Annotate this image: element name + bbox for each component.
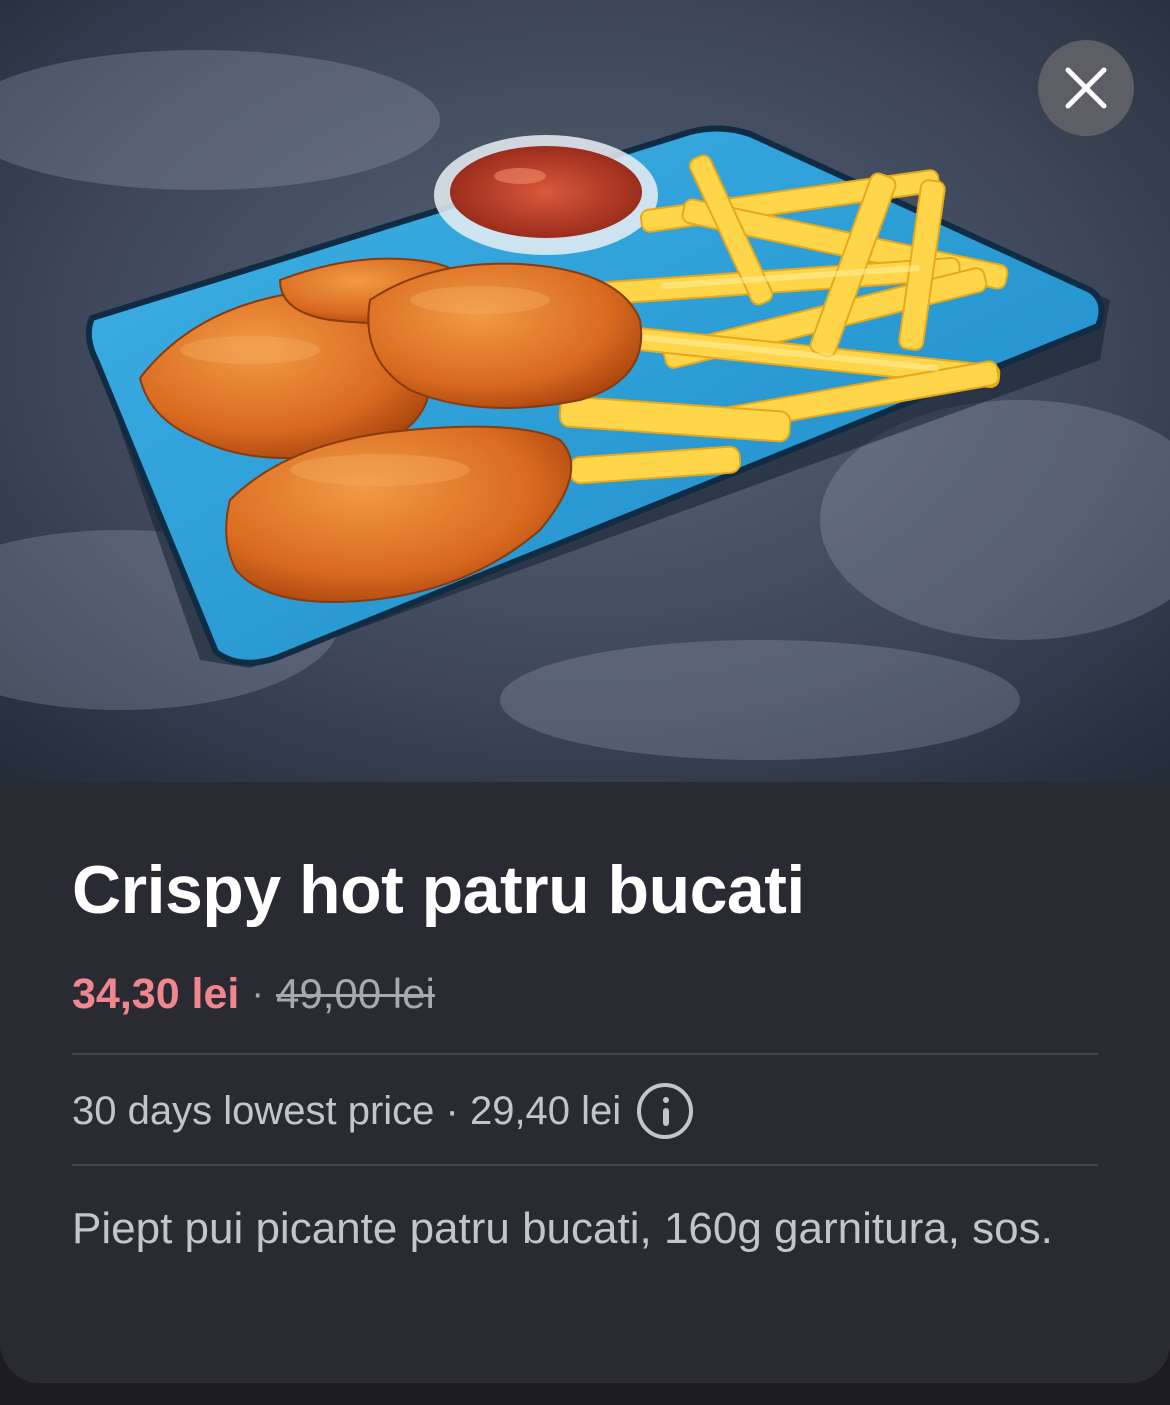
lowest-price-row: 30 days lowest price · 29,40 lei xyxy=(72,1080,694,1142)
close-button[interactable] xyxy=(1038,40,1134,136)
price-separator: · xyxy=(251,972,265,1015)
info-dot xyxy=(663,1097,670,1103)
lowest-price-text: 30 days lowest price · 29,40 lei xyxy=(72,1088,622,1133)
food-photo xyxy=(0,0,1170,782)
info-bar xyxy=(663,1108,670,1126)
product-detail-sheet: Crispy hot patru bucati 34,30 lei · 49,0… xyxy=(0,0,1170,1383)
info-icon[interactable] xyxy=(637,1083,694,1139)
divider xyxy=(72,1164,1098,1166)
product-description: Piept pui picante patru bucati, 160g gar… xyxy=(72,1204,1053,1253)
price-row: 34,30 lei · 49,00 lei xyxy=(72,964,435,1024)
original-price: 49,00 lei xyxy=(276,970,435,1017)
product-image xyxy=(0,0,1170,782)
product-title: Crispy hot patru bucati xyxy=(72,852,805,928)
close-icon[interactable] xyxy=(1064,66,1108,110)
current-price: 34,30 lei xyxy=(72,969,240,1018)
divider xyxy=(72,1053,1098,1055)
